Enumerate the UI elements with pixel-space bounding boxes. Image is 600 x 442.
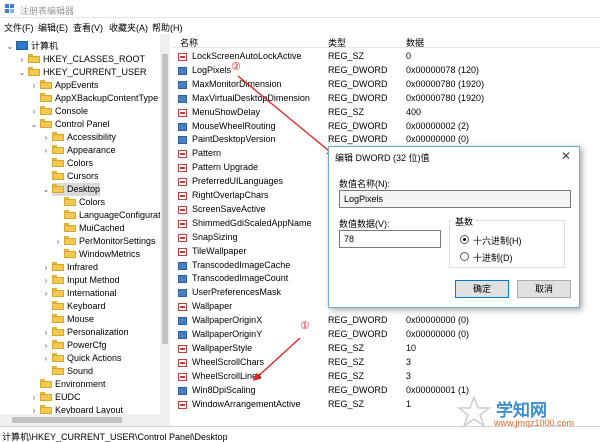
hex-radio[interactable]	[460, 235, 469, 244]
value-name-field[interactable]: LogPixels	[339, 190, 571, 208]
value-data-label: 数值数据(V):	[339, 219, 390, 229]
watermark: 学知网 www.jmqz1000.com	[456, 392, 596, 438]
arrow-to-win8dpiscaling	[253, 337, 301, 381]
cancel-button[interactable]: 取消	[517, 280, 571, 298]
value-name-label: 数值名称(N):	[339, 179, 390, 189]
edit-dword-dialog: 编辑 DWORD (32 位)值 ✕ 数值名称(N): LogPixels 数值…	[328, 146, 580, 308]
decimal-label[interactable]: 十进制(D)	[473, 251, 513, 264]
close-icon[interactable]: ✕	[561, 149, 571, 163]
base-label: 基数	[453, 215, 476, 228]
watermark-star-icon	[456, 394, 492, 428]
watermark-url: www.jmqz1000.com	[494, 418, 575, 428]
decimal-radio[interactable]	[460, 252, 469, 261]
dialog-title: 编辑 DWORD (32 位)值	[335, 153, 430, 163]
hex-label[interactable]: 十六进制(H)	[473, 234, 522, 247]
arrow-to-dialog	[237, 75, 336, 156]
value-data-field[interactable]: 78	[339, 230, 441, 248]
marker-two: ②	[231, 61, 241, 73]
ok-button[interactable]: 确定	[455, 280, 509, 298]
status-path: 计算机\HKEY_CURRENT_USER\Control Panel\Desk…	[2, 432, 228, 442]
marker-one: ①	[300, 320, 310, 332]
